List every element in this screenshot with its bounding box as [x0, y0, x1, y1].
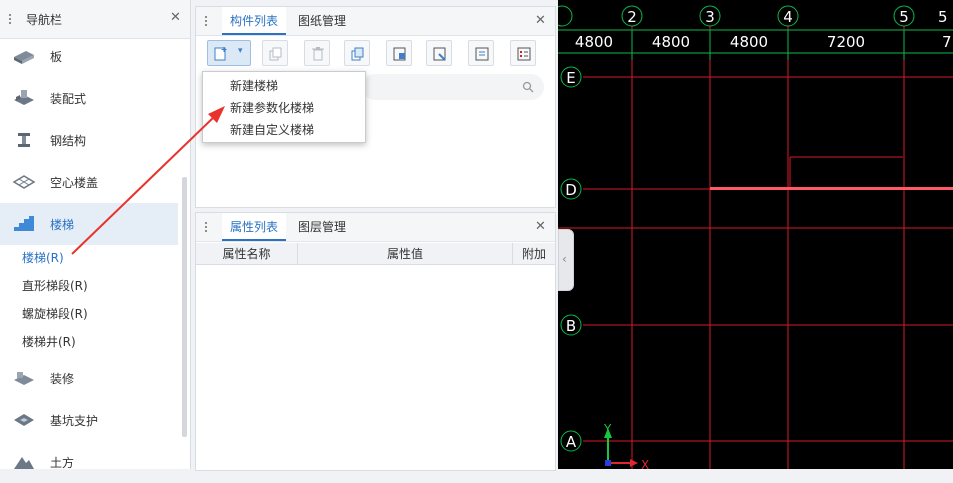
column-header-property-name[interactable]: 属性名称	[196, 243, 298, 265]
drag-grip-icon[interactable]	[204, 221, 208, 233]
filter-icon	[475, 47, 489, 61]
span-dimension-label: 7200	[827, 33, 865, 51]
tab-component-list[interactable]: 构件列表	[222, 7, 287, 35]
menu-item-new-custom-stair[interactable]: 新建自定义楼梯	[203, 119, 365, 141]
nav-item-label: 楼梯	[50, 217, 75, 232]
nav-scrollbar[interactable]	[182, 177, 187, 437]
import-button[interactable]	[386, 40, 412, 66]
tab-property-list[interactable]: 属性列表	[222, 213, 287, 241]
ucs-origin	[605, 460, 611, 466]
ucs-x-label: X	[641, 458, 649, 469]
nav-item-decoration[interactable]: 装修	[0, 357, 178, 399]
axis-letter-label: A	[566, 433, 577, 451]
nav-item-earthwork[interactable]: 土方	[0, 441, 178, 483]
column-header-property-value[interactable]: 属性值	[298, 243, 513, 265]
axis-grid-drawing: 2 3 4 5 5 4800 4800 4800 7200 7 E D B A …	[558, 5, 953, 469]
search-icon[interactable]	[522, 81, 534, 93]
new-component-dropdown: 新建楼梯 新建参数化楼梯 新建自定义楼梯	[202, 71, 366, 143]
ucs-y-label: Y	[603, 422, 612, 436]
nav-item-hollow-floor[interactable]: 空心楼盖	[0, 161, 178, 203]
nav-subitem-stair[interactable]: 楼梯(R)	[0, 244, 178, 272]
pit-support-icon	[14, 414, 34, 426]
close-icon[interactable]: ✕	[535, 13, 546, 28]
tab-layer-management[interactable]: 图层管理	[298, 213, 346, 241]
navigation-title: 导航栏	[26, 13, 63, 27]
nav-item-label: 土方	[50, 455, 75, 470]
navigation-panel: 导航栏 ✕ 板 装配式 钢结构 空心楼盖 楼梯 楼梯(R) 直形梯段(R) 螺旋…	[0, 0, 191, 470]
steel-structure-icon	[18, 133, 30, 147]
prefab-icon	[14, 90, 34, 105]
properties-button[interactable]	[510, 40, 536, 66]
layer-copy-icon	[351, 47, 364, 61]
nav-item-label: 板	[50, 49, 63, 64]
new-component-icon	[214, 47, 227, 61]
properties-icon	[517, 47, 531, 61]
menu-item-new-stair[interactable]: 新建楼梯	[203, 75, 365, 97]
collapse-panel-handle[interactable]: ‹	[558, 229, 574, 291]
nav-subitem-spiral-flight[interactable]: 螺旋梯段(R)	[0, 300, 178, 328]
nav-item-prefab[interactable]: 装配式	[0, 77, 178, 119]
export-icon	[433, 47, 446, 61]
nav-item-slab[interactable]: 板	[0, 35, 178, 77]
property-list-panel: 属性列表 图层管理 ✕ 属性名称 属性值 附加	[195, 212, 556, 471]
axis-number-label: 2	[627, 8, 637, 26]
column-header-extra[interactable]: 附加	[513, 243, 555, 265]
decoration-icon	[14, 372, 34, 385]
nav-item-stair[interactable]: 楼梯	[0, 203, 178, 245]
span-dimension-label: 7	[942, 33, 952, 51]
nav-subitem-straight-flight[interactable]: 直形梯段(R)	[0, 272, 178, 300]
ucs-x-arrow	[630, 459, 638, 467]
slab-icon	[14, 51, 34, 64]
nav-item-label: 装配式	[50, 91, 87, 106]
chevron-down-icon[interactable]: ▾	[238, 46, 243, 56]
hollow-floor-icon	[12, 175, 36, 189]
beam-highlight[interactable]	[710, 187, 953, 190]
import-icon	[393, 47, 406, 61]
nav-item-label: 基坑支护	[50, 413, 99, 428]
chevron-left-icon: ‹	[562, 252, 567, 266]
axis-number-label: 3	[705, 8, 715, 26]
layer-copy-button[interactable]	[344, 40, 370, 66]
nav-item-label: 钢结构	[50, 133, 87, 148]
component-tabbar: 构件列表 图纸管理 ✕	[196, 7, 555, 36]
stair-icon	[14, 216, 34, 231]
tab-drawing-management[interactable]: 图纸管理	[298, 7, 346, 35]
export-button[interactable]	[426, 40, 452, 66]
cad-drawing-canvas[interactable]: 2 3 4 5 5 4800 4800 4800 7200 7 E D B A …	[558, 0, 953, 469]
axis-number-label: 4	[783, 8, 793, 26]
nav-item-label: 空心楼盖	[50, 175, 99, 190]
new-component-button[interactable]: ▾	[207, 40, 251, 66]
delete-button[interactable]	[304, 40, 330, 66]
navigation-header: 导航栏 ✕	[0, 0, 190, 39]
axis-letter-label: B	[566, 317, 576, 335]
span-dimension-label: 4800	[575, 33, 613, 51]
axis-bubble-top	[558, 5, 573, 27]
nav-subitem-stairwell[interactable]: 楼梯井(R)	[0, 328, 178, 356]
nav-item-label: 装修	[50, 371, 75, 386]
span-dimension-label: 4800	[652, 33, 690, 51]
close-icon[interactable]: ✕	[170, 10, 181, 25]
span-dimension-label: 4800	[730, 33, 768, 51]
close-icon[interactable]: ✕	[535, 219, 546, 234]
axis-number-label: 5	[899, 8, 909, 26]
axis-letter-label: D	[565, 181, 577, 199]
delete-icon	[312, 47, 324, 61]
earthwork-icon	[14, 457, 34, 469]
search-input[interactable]	[362, 74, 544, 100]
filter-button[interactable]	[468, 40, 494, 66]
axis-number-label: 5	[938, 8, 948, 26]
nav-item-steel-structure[interactable]: 钢结构	[0, 119, 178, 161]
copy-icon	[269, 47, 282, 61]
menu-item-new-parametric-stair[interactable]: 新建参数化楼梯	[203, 97, 365, 119]
copy-button[interactable]	[262, 40, 288, 66]
axis-letter-label: E	[566, 69, 575, 87]
property-tabbar: 属性列表 图层管理 ✕	[196, 213, 555, 242]
drag-grip-icon[interactable]	[8, 13, 12, 25]
nav-item-pit-support[interactable]: 基坑支护	[0, 399, 178, 441]
drag-grip-icon[interactable]	[204, 15, 208, 27]
